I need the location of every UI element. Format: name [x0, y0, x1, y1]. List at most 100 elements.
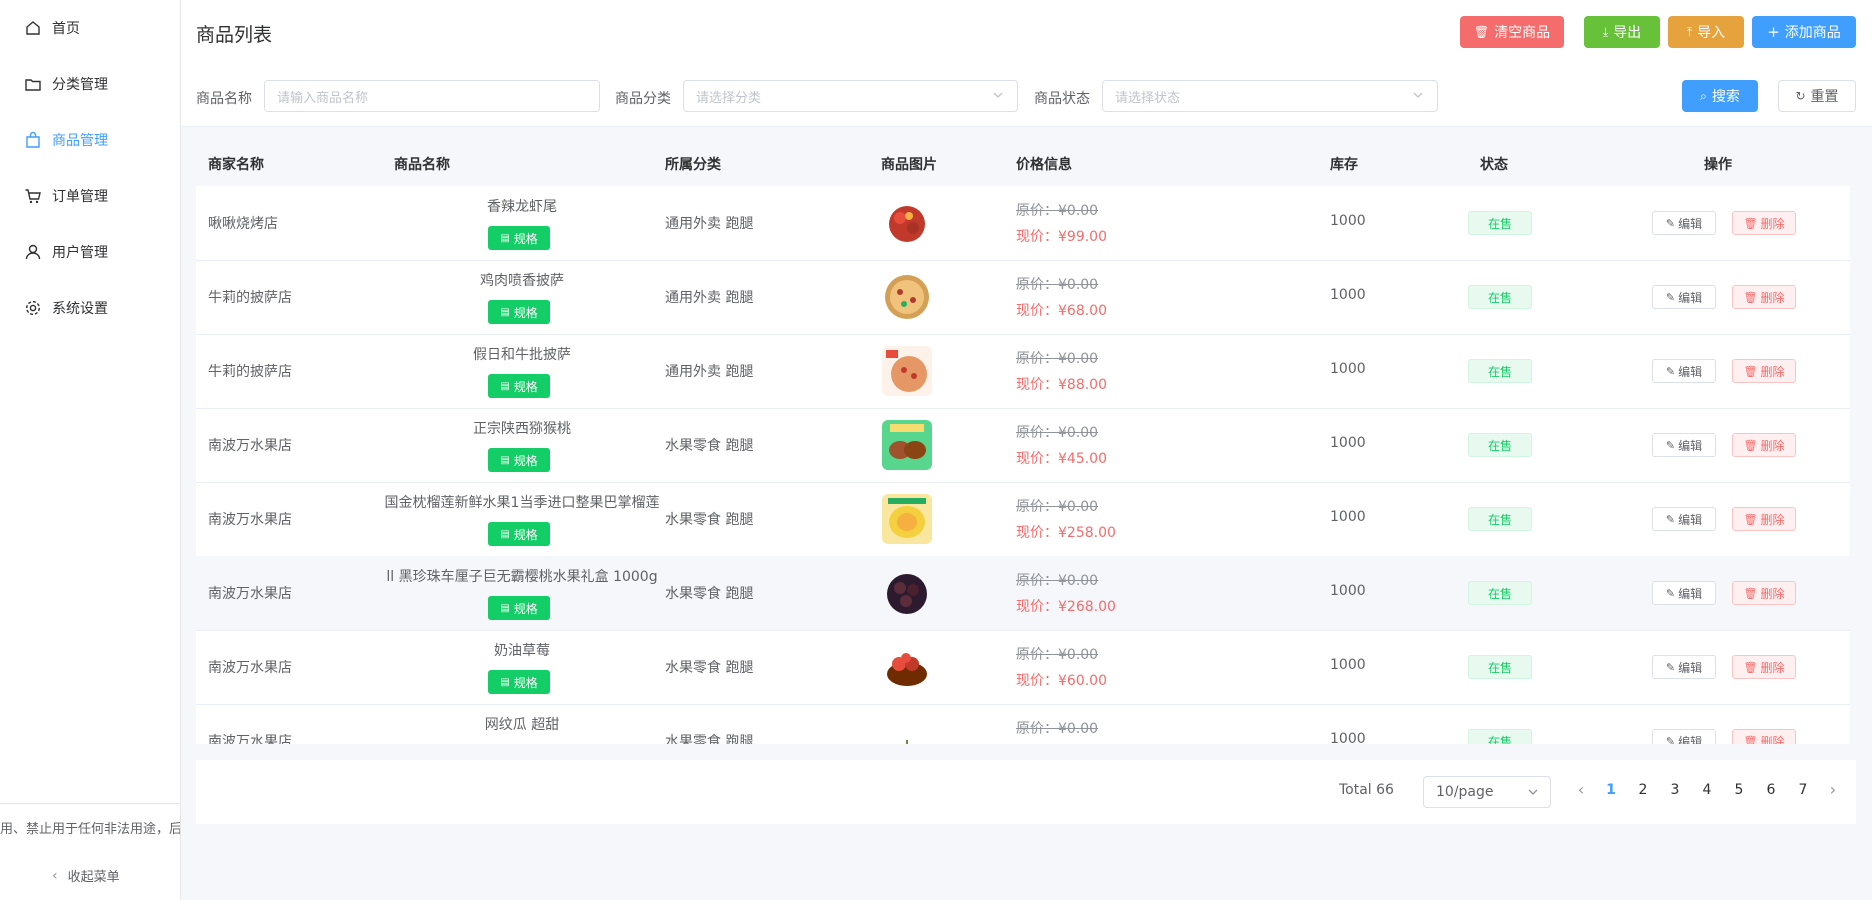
sidebar-item-users[interactable]: 用户管理	[0, 224, 180, 280]
spec-button[interactable]: ▤ 规格	[488, 226, 550, 250]
sidebar-item-products[interactable]: 商品管理	[0, 112, 180, 168]
page-number[interactable]: 3	[1659, 782, 1691, 798]
product-image[interactable]	[882, 198, 932, 248]
sidebar-item-orders[interactable]: 订单管理	[0, 168, 180, 224]
product-category-label: 商品分类	[615, 91, 671, 107]
page-number[interactable]: 1	[1595, 782, 1627, 798]
merchant-name: 南波万水果店	[208, 512, 292, 528]
page-number[interactable]: 6	[1755, 782, 1787, 798]
delete-button[interactable]: 🗑 删除	[1732, 655, 1796, 679]
folder-icon	[24, 75, 42, 93]
download-icon: ⤓	[1602, 24, 1609, 39]
edit-button[interactable]: ✎ 编辑	[1652, 581, 1716, 605]
delete-button[interactable]: 🗑 删除	[1732, 581, 1796, 605]
delete-button[interactable]: 🗑 删除	[1732, 729, 1796, 744]
product-image[interactable]	[882, 346, 932, 396]
add-product-button[interactable]: + 添加商品	[1752, 16, 1856, 48]
stock-cell: 1000	[1330, 213, 1366, 229]
sidebar-item-label: 首页	[52, 21, 80, 37]
page-number[interactable]: 2	[1627, 782, 1659, 798]
spec-button[interactable]: ▤ 规格	[488, 374, 550, 398]
page-number[interactable]: 7	[1787, 782, 1819, 798]
edit-button[interactable]: ✎ 编辑	[1652, 285, 1716, 309]
original-price: 原价：¥0.00	[1016, 721, 1099, 737]
spec-button[interactable]: ▤ 规格	[488, 300, 550, 324]
clear-products-button[interactable]: 🗑 清空商品	[1460, 16, 1564, 48]
spec-button[interactable]: ▤ 规格	[488, 448, 550, 472]
delete-label: 删除	[1760, 512, 1785, 527]
edit-label: 编辑	[1678, 660, 1703, 675]
product-image[interactable]	[882, 494, 932, 544]
upload-icon: ⤒	[1686, 24, 1693, 39]
product-name-input[interactable]: 请输入商品名称	[264, 80, 600, 112]
product-name-placeholder: 请输入商品名称	[277, 90, 369, 106]
column-header: 状态	[1480, 157, 1508, 173]
sidebar-item-home[interactable]: 首页	[0, 0, 180, 56]
spec-label: 规格	[513, 527, 538, 542]
spec-label: 规格	[513, 601, 538, 616]
status-badge: 在售	[1468, 729, 1532, 744]
spec-button[interactable]: ▤ 规格	[488, 596, 550, 620]
stock-cell: 1000	[1330, 583, 1366, 599]
main-content: 商品列表 🗑 清空商品 ⤓ 导出 ⤒ 导入 + 添加商品 商品名称 请输入商品名…	[181, 0, 1872, 900]
clear-products-label: 清空商品	[1494, 25, 1551, 41]
product-image[interactable]	[882, 568, 932, 618]
sidebar-item-category[interactable]: 分类管理	[0, 56, 180, 112]
original-price: 原价：¥0.00	[1016, 203, 1099, 219]
delete-button[interactable]: 🗑 删除	[1732, 211, 1796, 235]
status-badge: 在售	[1468, 285, 1532, 309]
product-name: 国金枕榴莲新鲜水果1当季进口整果巴掌榴莲	[384, 495, 660, 511]
delete-button[interactable]: 🗑 删除	[1732, 507, 1796, 531]
spec-button[interactable]: ▤ 规格	[488, 522, 550, 546]
product-name: 鸡肉喷香披萨	[480, 273, 564, 289]
product-image[interactable]	[882, 420, 932, 470]
edit-button[interactable]: ✎ 编辑	[1652, 433, 1716, 457]
category-cell: 水果零食 跑腿	[665, 512, 754, 528]
chevron-down-icon	[1528, 789, 1538, 795]
table-scrollbar[interactable]	[1850, 186, 1856, 744]
delete-button[interactable]: 🗑 删除	[1732, 433, 1796, 457]
edit-button[interactable]: ✎ 编辑	[1652, 211, 1716, 235]
delete-button[interactable]: 🗑 删除	[1732, 359, 1796, 383]
document-icon: ▤	[500, 380, 510, 392]
delete-button[interactable]: 🗑 删除	[1732, 285, 1796, 309]
product-image[interactable]	[882, 272, 932, 322]
home-icon	[24, 19, 42, 37]
category-cell: 水果零食 跑腿	[665, 586, 754, 602]
edit-button[interactable]: ✎ 编辑	[1652, 729, 1716, 744]
edit-button[interactable]: ✎ 编辑	[1652, 507, 1716, 531]
merchant-name: 南波万水果店	[208, 734, 292, 744]
edit-label: 编辑	[1678, 586, 1703, 601]
stock-cell: 1000	[1330, 657, 1366, 673]
stock-cell: 1000	[1330, 435, 1366, 451]
product-name: 香辣龙虾尾	[487, 199, 557, 215]
table-row: 牛莉的披萨店 假日和牛批披萨 ▤ 规格 通用外卖 跑腿 原价：¥0.00 现价：¥88.00…	[196, 334, 1856, 409]
status-badge: 在售	[1468, 433, 1532, 457]
reset-button[interactable]: ↻ 重置	[1778, 80, 1856, 112]
edit-button[interactable]: ✎ 编辑	[1652, 655, 1716, 679]
search-button[interactable]: ⌕ 搜索	[1682, 80, 1758, 112]
page-number[interactable]: 5	[1723, 782, 1755, 798]
category-select[interactable]: 请选择分类	[683, 80, 1018, 112]
next-page-button[interactable]: ›	[1823, 780, 1843, 799]
sidebar-item-settings[interactable]: 系统设置	[0, 280, 180, 336]
product-image[interactable]	[882, 716, 932, 744]
collapse-menu-button[interactable]: ‹ 收起菜单	[52, 866, 120, 886]
edit-button[interactable]: ✎ 编辑	[1652, 359, 1716, 383]
category-cell: 通用外卖 跑腿	[665, 216, 754, 232]
export-button[interactable]: ⤓ 导出	[1584, 16, 1660, 48]
disclaimer-text: 用、禁止用于任何非法用途，后	[0, 822, 180, 837]
prev-page-button[interactable]: ‹	[1571, 780, 1591, 799]
spec-button[interactable]: ▤ 规格	[488, 670, 550, 694]
status-select[interactable]: 请选择状态	[1102, 80, 1438, 112]
page-number[interactable]: 4	[1691, 782, 1723, 798]
import-label: 导入	[1697, 25, 1726, 41]
column-header: 商家名称	[208, 157, 264, 173]
trash-icon: 🗑	[1743, 290, 1758, 304]
page-size-select[interactable]: 10/page	[1423, 776, 1551, 808]
document-icon: ▤	[500, 232, 510, 244]
user-icon	[24, 243, 42, 261]
import-button[interactable]: ⤒ 导入	[1668, 16, 1744, 48]
product-image[interactable]	[882, 642, 932, 692]
page-size-value: 10/page	[1436, 784, 1494, 800]
